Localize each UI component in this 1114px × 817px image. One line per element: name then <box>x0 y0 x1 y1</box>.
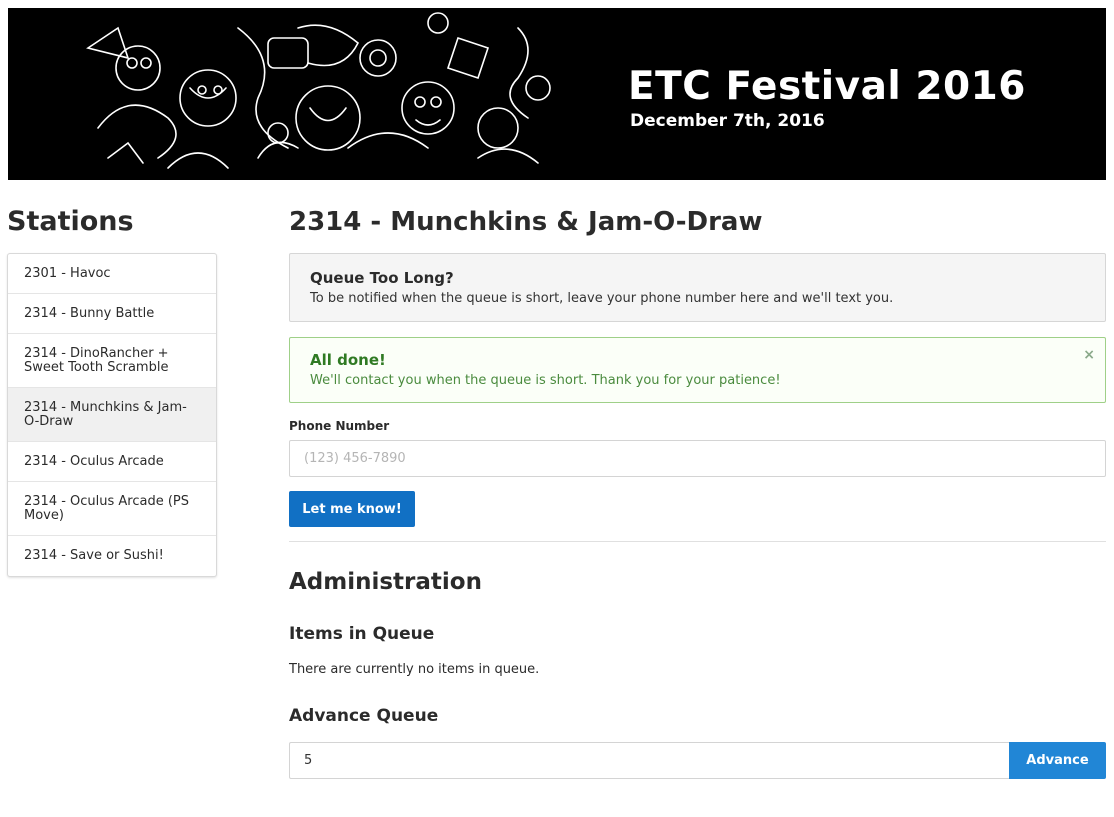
festival-banner: ETC Festival 2016 December 7th, 2016 <box>8 8 1106 180</box>
success-alert: All done! We'll contact you when the que… <box>289 337 1106 403</box>
page-title: 2314 - Munchkins & Jam-O-Draw <box>289 207 763 237</box>
success-alert-title: All done! <box>310 351 386 369</box>
items-in-queue-heading: Items in Queue <box>289 624 435 644</box>
station-item-save-or-sushi[interactable]: 2314 - Save or Sushi! <box>8 536 216 576</box>
empty-queue-message: There are currently no items in queue. <box>289 662 540 677</box>
stations-heading: Stations <box>7 206 134 237</box>
banner-title: ETC Festival 2016 <box>628 64 1026 109</box>
administration-heading: Administration <box>289 569 482 595</box>
banner-date: December 7th, 2016 <box>630 111 825 131</box>
phone-number-input[interactable] <box>289 440 1106 477</box>
station-list: 2301 - Havoc 2314 - Bunny Battle 2314 - … <box>7 253 217 577</box>
station-item-bunny-battle[interactable]: 2314 - Bunny Battle <box>8 294 216 334</box>
let-me-know-button[interactable]: Let me know! <box>289 491 415 527</box>
station-item-oculus-arcade[interactable]: 2314 - Oculus Arcade <box>8 442 216 482</box>
advance-count-input[interactable] <box>289 742 1010 779</box>
queue-info-panel: Queue Too Long? To be notified when the … <box>289 253 1106 322</box>
phone-number-label: Phone Number <box>289 419 390 433</box>
advance-button[interactable]: Advance <box>1009 742 1106 779</box>
banner-artwork <box>86 12 551 169</box>
advance-queue-heading: Advance Queue <box>289 706 439 726</box>
station-item-munchkins[interactable]: 2314 - Munchkins & Jam-O-Draw <box>8 388 216 442</box>
station-item-dinorancher[interactable]: 2314 - DinoRancher + Sweet Tooth Scrambl… <box>8 334 216 388</box>
section-divider <box>289 541 1106 542</box>
stations-sidebar: Stations 2301 - Havoc 2314 - Bunny Battl… <box>7 205 217 577</box>
station-item-oculus-arcade-ps-move[interactable]: 2314 - Oculus Arcade (PS Move) <box>8 482 216 536</box>
close-icon[interactable]: × <box>1083 347 1095 363</box>
station-item-havoc[interactable]: 2301 - Havoc <box>8 254 216 294</box>
queue-info-body: To be notified when the queue is short, … <box>310 291 894 306</box>
queue-info-title: Queue Too Long? <box>310 269 454 287</box>
success-alert-body: We'll contact you when the queue is shor… <box>310 373 781 388</box>
